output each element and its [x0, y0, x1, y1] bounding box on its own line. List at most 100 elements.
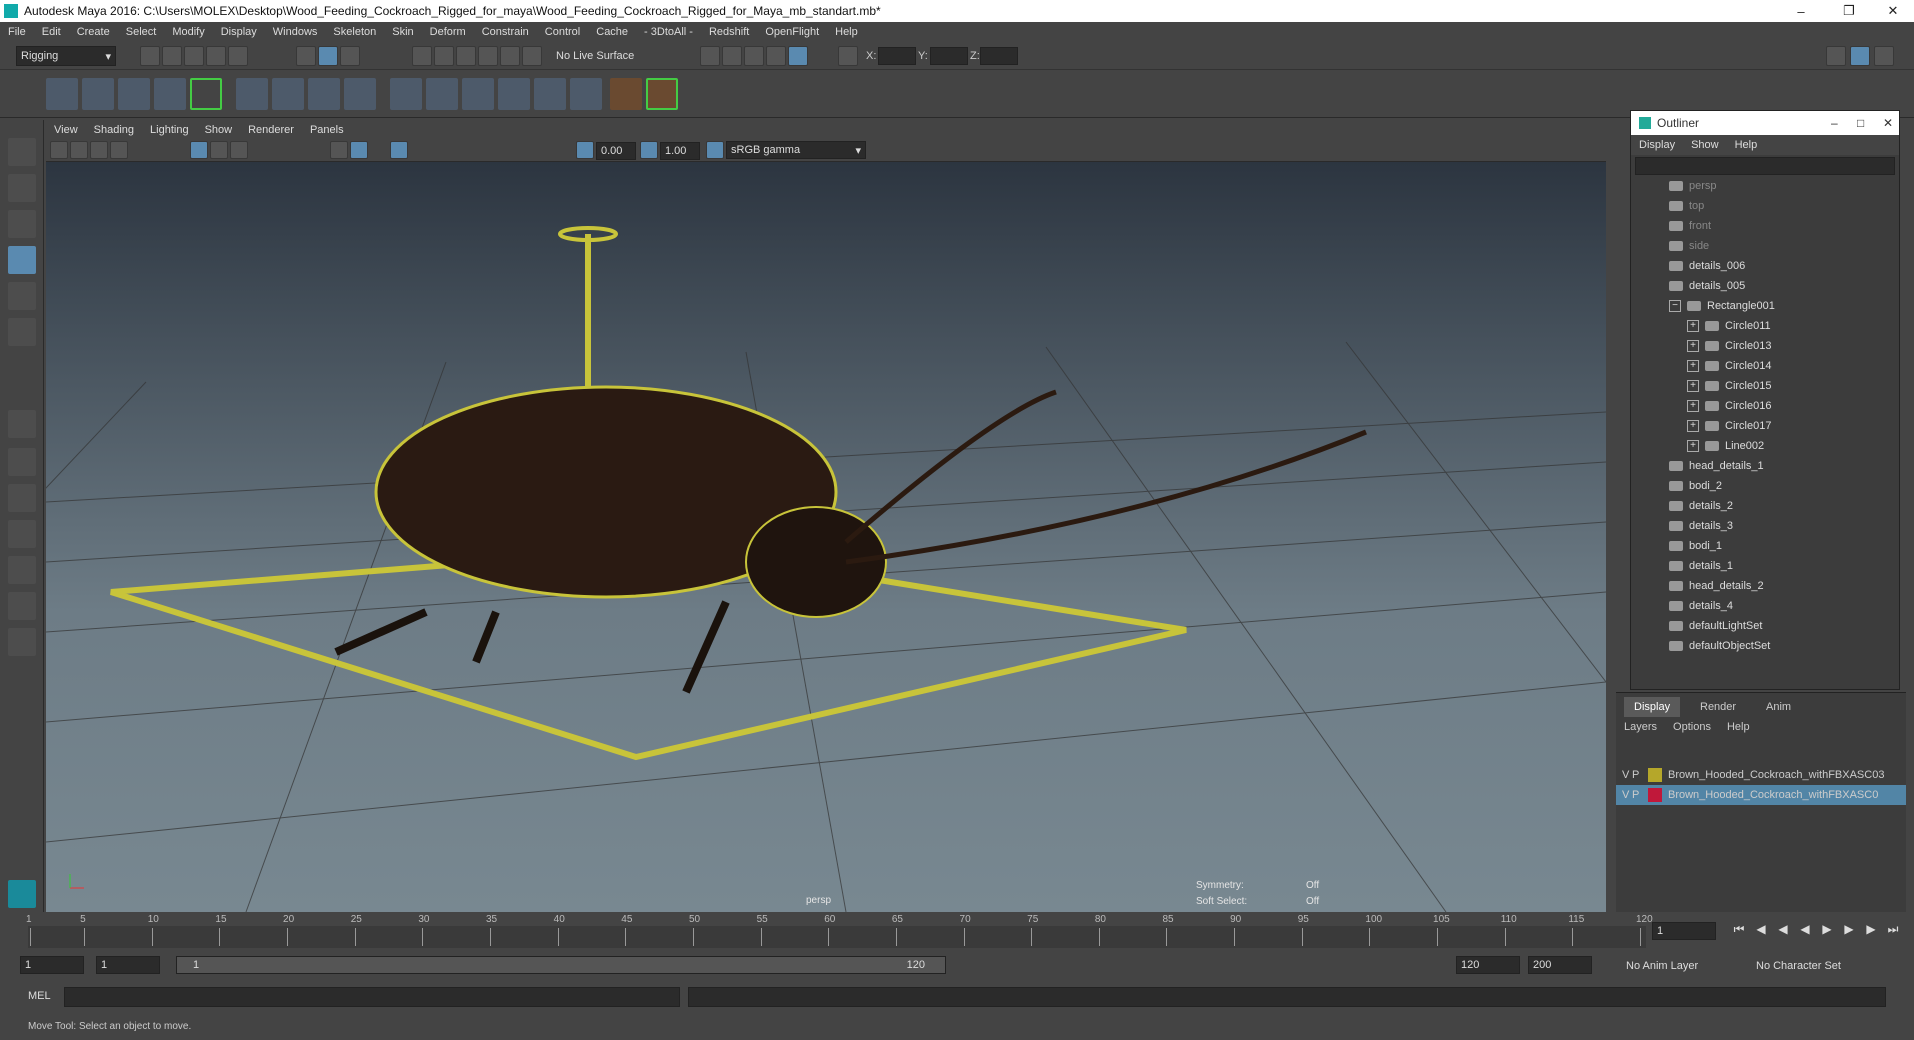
- panel-menu-lighting[interactable]: Lighting: [142, 124, 197, 136]
- leg-2[interactable]: [472, 610, 500, 664]
- outliner-item[interactable]: + Circle013: [1687, 337, 1771, 355]
- point-constraint-icon[interactable]: [498, 78, 530, 110]
- z-field[interactable]: [980, 47, 1018, 65]
- layer-menu-help[interactable]: Help: [1719, 721, 1758, 733]
- wireframe-icon[interactable]: [330, 141, 348, 159]
- menu-item-control[interactable]: Control: [537, 26, 588, 38]
- expand-icon[interactable]: +: [1687, 420, 1699, 432]
- single-perspective-icon[interactable]: [8, 410, 36, 438]
- bookmark-icon[interactable]: [90, 141, 108, 159]
- render-frame-icon[interactable]: [722, 46, 742, 66]
- close-icon[interactable]: ✕: [1872, 0, 1914, 22]
- outliner-item[interactable]: − Rectangle001: [1669, 297, 1775, 315]
- expand-icon[interactable]: +: [1687, 320, 1699, 332]
- character-set-dropdown[interactable]: No Character Set: [1756, 960, 1841, 972]
- snap-grid-icon[interactable]: [412, 46, 432, 66]
- leg-3[interactable]: [682, 600, 730, 694]
- tab-anim[interactable]: Anim: [1756, 697, 1801, 717]
- outliner-item[interactable]: head_details_2: [1669, 577, 1764, 595]
- outliner-item[interactable]: defaultLightSet: [1669, 617, 1762, 635]
- smooth-shade-icon[interactable]: [350, 141, 368, 159]
- paint-select-icon[interactable]: [8, 210, 36, 238]
- menu-item-skin[interactable]: Skin: [384, 26, 421, 38]
- modeling-toolkit-icon[interactable]: [1826, 46, 1846, 66]
- select-component-icon[interactable]: [340, 46, 360, 66]
- maximize-icon[interactable]: □: [1857, 116, 1864, 130]
- menu-item-create[interactable]: Create: [69, 26, 118, 38]
- expand-icon[interactable]: +: [1687, 440, 1699, 452]
- film-gate-icon[interactable]: [210, 141, 228, 159]
- start-frame-field[interactable]: 1: [20, 956, 84, 974]
- outliner-item[interactable]: head_details_1: [1669, 457, 1764, 475]
- snap-view-icon[interactable]: [478, 46, 498, 66]
- menu-item-openflight[interactable]: OpenFlight: [757, 26, 827, 38]
- menu-item-help[interactable]: Help: [827, 26, 866, 38]
- minimize-icon[interactable]: –: [1780, 0, 1822, 22]
- mirror-joint-icon[interactable]: [154, 78, 186, 110]
- menu-item-redshift[interactable]: Redshift: [701, 26, 757, 38]
- move-tool-icon[interactable]: [8, 246, 36, 274]
- resolution-gate-icon[interactable]: [230, 141, 248, 159]
- menu-item-deform[interactable]: Deform: [422, 26, 474, 38]
- expand-icon[interactable]: +: [1687, 360, 1699, 372]
- outliner-item[interactable]: persp: [1669, 177, 1717, 195]
- lasso-tool-icon[interactable]: [8, 174, 36, 202]
- expand-icon[interactable]: +: [1687, 380, 1699, 392]
- outliner-item[interactable]: details_006: [1669, 257, 1745, 275]
- image-plane-icon[interactable]: [110, 141, 128, 159]
- step-forward-key-icon[interactable]: ▶: [1862, 922, 1880, 940]
- persp-outliner-icon[interactable]: [8, 484, 36, 512]
- panel-menu-show[interactable]: Show: [197, 124, 241, 136]
- lattice-icon[interactable]: [272, 78, 304, 110]
- layer-playback-toggle[interactable]: P: [1632, 789, 1648, 801]
- snap-live-icon[interactable]: [522, 46, 542, 66]
- outliner-item[interactable]: + Circle011: [1687, 317, 1771, 335]
- outliner-item[interactable]: details_3: [1669, 517, 1733, 535]
- menu-item-select[interactable]: Select: [118, 26, 165, 38]
- open-scene-icon[interactable]: [162, 46, 182, 66]
- play-forward-icon[interactable]: ▶: [1818, 922, 1836, 940]
- time-slider[interactable]: 1 5 10 15 20 25 30 35 40 45 50 55 60 65 70 75 80 85 90 95 10…: [0, 914, 1914, 950]
- render-view-icon[interactable]: [700, 46, 720, 66]
- persp-graph-icon[interactable]: [8, 520, 36, 548]
- menuset-dropdown[interactable]: Rigging ▾: [16, 46, 116, 66]
- menu-item-3dtoall[interactable]: - 3DtoAll -: [636, 26, 701, 38]
- outliner-item[interactable]: details_005: [1669, 277, 1745, 295]
- tab-display[interactable]: Display: [1624, 697, 1681, 717]
- orient-constraint-icon[interactable]: [534, 78, 566, 110]
- x-field[interactable]: [878, 47, 916, 65]
- ipr-render-icon[interactable]: [744, 46, 764, 66]
- snap-curve-icon[interactable]: [434, 46, 454, 66]
- outliner-item[interactable]: details_2: [1669, 497, 1733, 515]
- layer-menu-options[interactable]: Options: [1665, 721, 1719, 733]
- outliner-menu-help[interactable]: Help: [1727, 139, 1766, 151]
- hypershade-icon[interactable]: [788, 46, 808, 66]
- aim-constraint-icon[interactable]: [570, 78, 602, 110]
- redo-icon[interactable]: [228, 46, 248, 66]
- layer-color-swatch[interactable]: [1648, 768, 1662, 782]
- grid-toggle-icon[interactable]: [190, 141, 208, 159]
- menu-item-modify[interactable]: Modify: [164, 26, 212, 38]
- layer-color-swatch[interactable]: [1648, 788, 1662, 802]
- step-forward-icon[interactable]: ▶: [1840, 922, 1858, 940]
- select-hierarchy-icon[interactable]: [296, 46, 316, 66]
- step-back-key-icon[interactable]: ◀: [1752, 922, 1770, 940]
- undo-icon[interactable]: [206, 46, 226, 66]
- restore-icon[interactable]: ❐: [1828, 0, 1870, 22]
- snap-surface-icon[interactable]: [500, 46, 520, 66]
- close-icon[interactable]: ✕: [1883, 116, 1893, 130]
- outliner-item[interactable]: + Circle016: [1687, 397, 1771, 415]
- step-back-icon[interactable]: ◀: [1774, 922, 1792, 940]
- exposure-field[interactable]: 0.00: [596, 142, 636, 160]
- leg-1[interactable]: [334, 608, 428, 656]
- set-driven-key-icon[interactable]: [610, 78, 642, 110]
- y-field[interactable]: [930, 47, 968, 65]
- anim-start-field[interactable]: 1: [96, 956, 160, 974]
- outliner-item[interactable]: front: [1669, 217, 1711, 235]
- camera-select-icon[interactable]: [50, 141, 68, 159]
- rotate-tool-icon[interactable]: [8, 282, 36, 310]
- layer-row[interactable]: V P Brown_Hooded_Cockroach_withFBXASC0: [1616, 785, 1906, 805]
- paint-weights-icon[interactable]: [426, 78, 458, 110]
- layer-menu-layers[interactable]: Layers: [1616, 721, 1665, 733]
- gamma-field[interactable]: 1.00: [660, 142, 700, 160]
